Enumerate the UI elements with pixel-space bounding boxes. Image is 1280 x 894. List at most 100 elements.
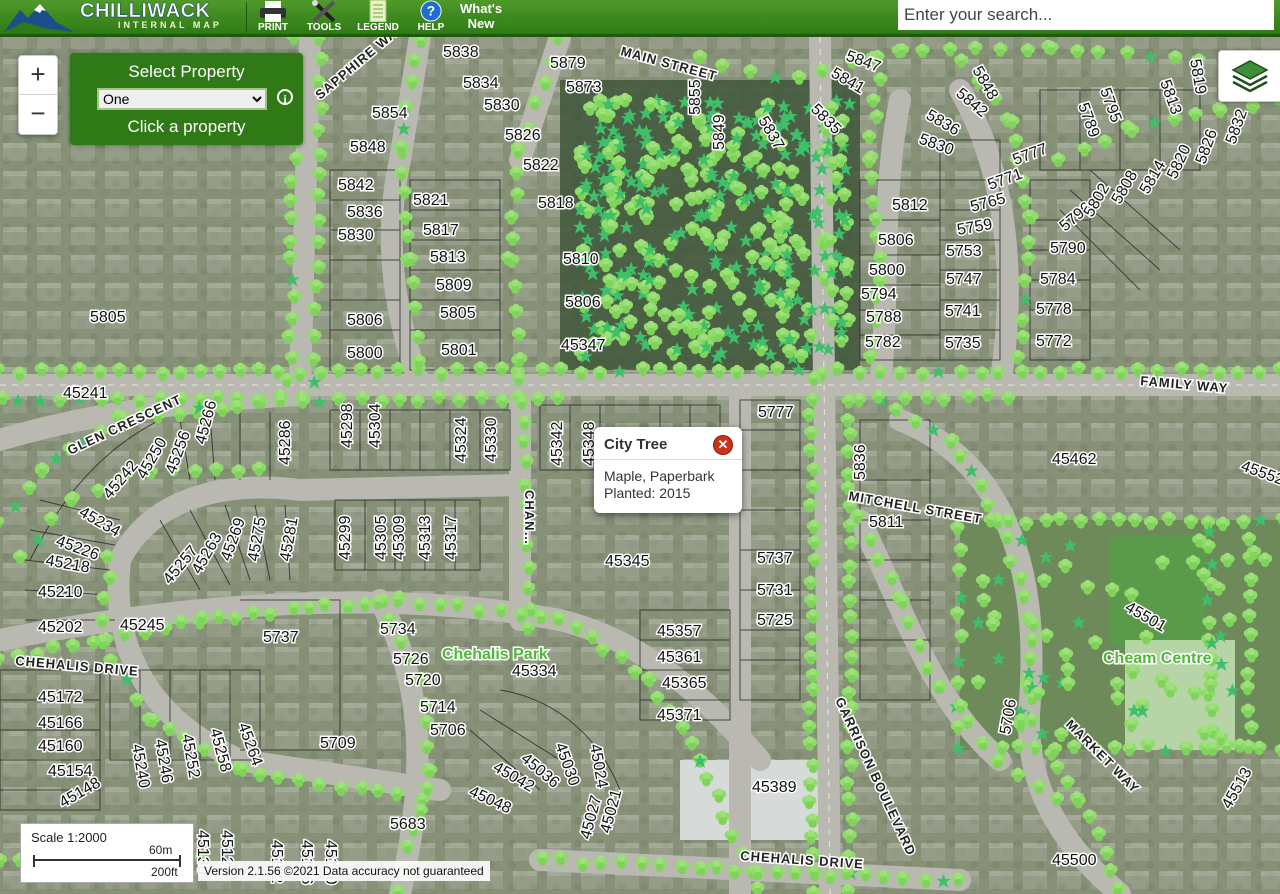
- parcel-label: 45172: [38, 689, 83, 706]
- parcel-label: 45299: [337, 515, 354, 560]
- parcel-label: 45202: [38, 619, 83, 636]
- parcel-label: 5794: [861, 286, 897, 303]
- parcel-label: 5813: [430, 249, 466, 266]
- scale-imperial: 200ft: [151, 865, 178, 879]
- toolbar-divider: [246, 2, 247, 32]
- tools-icon: [312, 0, 336, 22]
- select-property-hint: Click a property: [127, 117, 246, 136]
- tools-label: TOOLS: [306, 22, 342, 33]
- parcel-label: 5741: [945, 303, 981, 320]
- tools-button[interactable]: TOOLS: [302, 0, 346, 34]
- search-input[interactable]: [898, 0, 1274, 30]
- parcel-label: 5737: [263, 629, 299, 646]
- scale-line: [33, 859, 181, 861]
- property-select[interactable]: One: [97, 88, 267, 110]
- parcel-label: 45500: [1052, 852, 1097, 869]
- parcel-label: 5855: [687, 79, 704, 115]
- parcel-label: 45305: [373, 515, 390, 560]
- parcel-label: 45241: [63, 385, 108, 402]
- parcel-label: 5805: [90, 309, 126, 326]
- legend-button[interactable]: LEGEND: [354, 0, 402, 34]
- zoom-control: + −: [18, 55, 58, 135]
- parcel-label: 5822: [523, 157, 559, 174]
- parcel-label: 5848: [350, 139, 386, 156]
- parcel-label: 45389: [752, 779, 797, 796]
- map-app: 5838 5834 5830 5826 5822 5818 5879 5873 …: [0, 0, 1280, 894]
- parcel-label: 5784: [1040, 271, 1076, 288]
- park-label-cheam: Cheam Centre: [1103, 650, 1212, 667]
- parcel-label: 5806: [878, 232, 914, 249]
- parcel-label: 5790: [1050, 240, 1086, 257]
- parcel-label: 5772: [1036, 333, 1072, 350]
- legend-icon: [369, 0, 387, 22]
- parcel-label: 5817: [423, 222, 459, 239]
- top-toolbar: CHILLIWACK INTERNAL MAP PRINT TOOLS LEGE…: [0, 0, 1280, 37]
- parcel-label: 5812: [892, 197, 928, 214]
- city-logo[interactable]: CHILLIWACK INTERNAL MAP: [0, 0, 240, 34]
- version-info: Version 2.1.56 ©2021 Data accuracy not g…: [198, 861, 490, 881]
- parcel-label: 5830: [338, 227, 374, 244]
- popup-title: City Tree: [604, 436, 668, 453]
- info-icon[interactable]: i: [277, 89, 293, 106]
- parcel-label: 5714: [420, 699, 456, 716]
- scale-bar: Scale 1:2000 60m 200ft: [20, 823, 194, 883]
- parcel-label: 5788: [866, 309, 902, 326]
- parcel-label: 5709: [320, 735, 356, 752]
- parcel-label: 5810: [563, 251, 599, 268]
- zoom-in-button[interactable]: +: [19, 56, 57, 95]
- parcel-label: 5778: [1036, 301, 1072, 318]
- parcel-label: 5782: [865, 334, 901, 351]
- parcel-label: 45324: [453, 417, 470, 462]
- parcel-label: 5818: [538, 195, 574, 212]
- parcel-label: 5777: [758, 404, 794, 421]
- parcel-label: 45334: [512, 663, 557, 680]
- parcel-label: 5734: [380, 621, 416, 638]
- parcel-label: 5879: [550, 55, 586, 72]
- parcel-label: 45313: [417, 515, 434, 560]
- parcel-label: 5726: [393, 651, 429, 668]
- parcel-label: 5842: [338, 177, 374, 194]
- parcel-label: 5854: [372, 105, 408, 122]
- parcel-label: 45160: [38, 738, 83, 755]
- parcel-label: 45345: [605, 553, 650, 570]
- parcel-label: 5706: [430, 722, 466, 739]
- print-button[interactable]: PRINT: [252, 0, 294, 34]
- zoom-out-button[interactable]: −: [19, 95, 57, 133]
- parcel-label: 5826: [505, 127, 541, 144]
- select-property-title: Select Property: [128, 62, 245, 81]
- svg-text:?: ?: [427, 4, 435, 19]
- whats-new-link[interactable]: What's New: [460, 1, 502, 31]
- parcel-label: 45286: [277, 420, 294, 465]
- parcel-label: 5836: [852, 444, 869, 480]
- parcel-label: 5805: [440, 305, 476, 322]
- parcel-label: 45166: [38, 715, 83, 732]
- parcel-label: 5811: [869, 514, 904, 531]
- parcel-label: 45298: [339, 403, 356, 448]
- parcel-label: 5849: [711, 114, 728, 150]
- parcel-label: 45317: [443, 515, 460, 560]
- parcel-label: 5838: [443, 44, 479, 61]
- parcel-label: 5725: [757, 612, 793, 629]
- parcel-label: 5800: [347, 345, 383, 362]
- parcel-label: 45462: [1052, 451, 1097, 468]
- parcel-label: 5720: [405, 672, 441, 689]
- close-icon[interactable]: ✕: [714, 436, 732, 454]
- street-label: CHAN…: [522, 490, 537, 546]
- popup-species: Maple, Paperbark: [604, 468, 715, 484]
- parcel-label: 45347: [561, 337, 606, 354]
- popup-divider: [594, 459, 742, 460]
- parcel-label: 45371: [657, 707, 702, 724]
- help-label: HELP: [417, 22, 445, 33]
- parcel-label: 5821: [413, 192, 449, 209]
- parcel-label: 45154: [48, 763, 93, 780]
- parcel-label: 5800: [869, 262, 905, 279]
- help-button[interactable]: ? HELP: [412, 0, 450, 34]
- layers-button[interactable]: [1218, 50, 1280, 102]
- scale-tick-right: [179, 855, 181, 867]
- select-property-panel: Select Property One i Click a property: [70, 53, 303, 145]
- parcel-label: 45245: [120, 617, 165, 634]
- parcel-label: 45304: [367, 403, 384, 448]
- parcel-label: 45330: [483, 417, 500, 462]
- printer-icon: [260, 1, 286, 22]
- parcel-label: 45309: [391, 515, 408, 560]
